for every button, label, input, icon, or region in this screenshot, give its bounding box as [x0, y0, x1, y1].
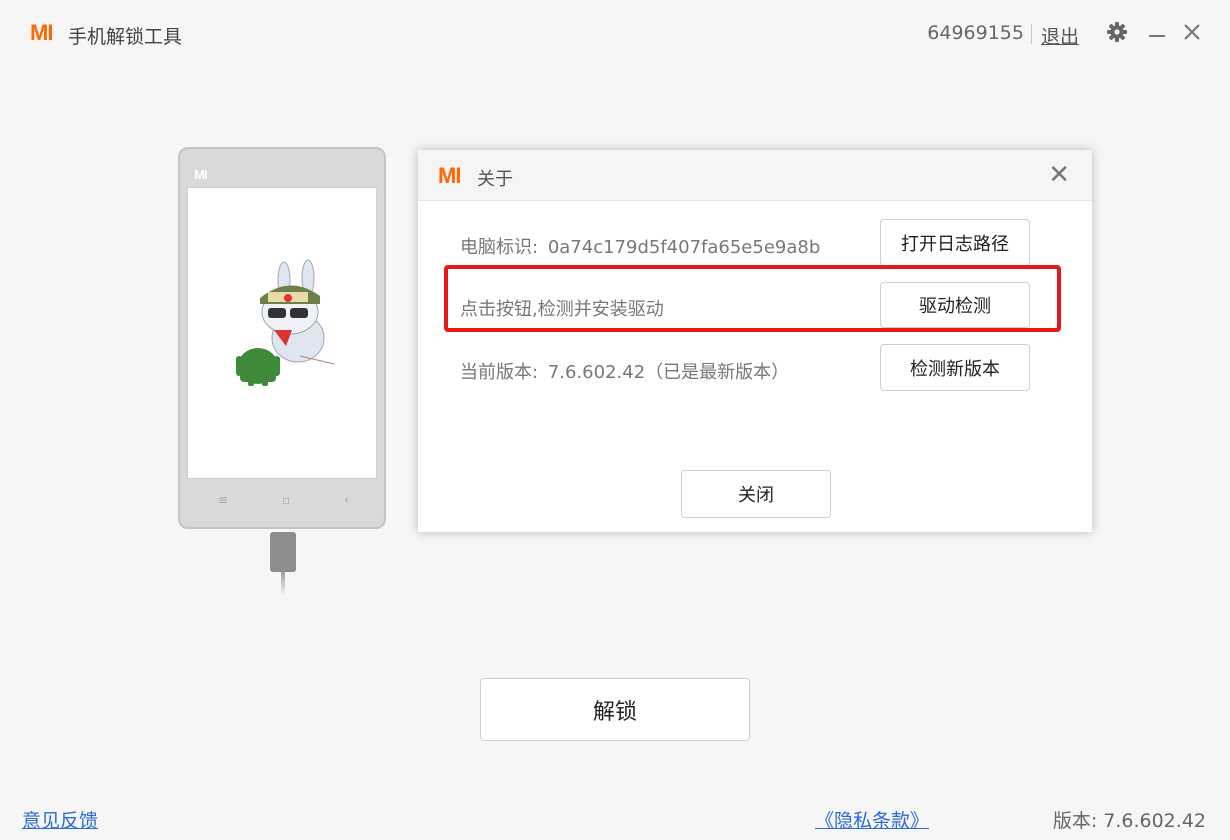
phone-illustration: MI ≡ ▫ ‹: [178, 147, 386, 529]
app-window: MI 手机解锁工具 64969155 退出 MI ≡ ▫ ‹ MI 关于 ✕ 电…: [0, 0, 1230, 840]
phone-screen: [187, 187, 377, 479]
feedback-link[interactable]: 意见反馈: [22, 806, 98, 833]
app-title: 手机解锁工具: [68, 26, 183, 48]
minimize-icon[interactable]: [1145, 20, 1169, 44]
pc-id-label: 电脑标识:: [460, 237, 539, 258]
close-icon[interactable]: [1180, 20, 1204, 44]
dialog-mi-logo: MI: [438, 163, 461, 188]
highlight-box: [444, 265, 1061, 332]
phone-back-icon: ‹: [344, 493, 349, 507]
pc-id-row: 电脑标识: 0a74c179d5f407fa65e5e9a8b: [460, 233, 820, 259]
privacy-link[interactable]: 《隐私条款》: [815, 806, 929, 833]
footer-version: 版本: 7.6.602.42: [1052, 810, 1206, 832]
unlock-button[interactable]: 解锁: [480, 678, 750, 741]
dialog-header: MI 关于 ✕: [418, 150, 1092, 201]
pc-id-value: 0a74c179d5f407fa65e5e9a8b: [547, 237, 821, 258]
dialog-title: 关于: [477, 169, 513, 190]
phone-home-icon: ▫: [282, 493, 291, 507]
version-row: 当前版本: 7.6.602.42（已是最新版本）: [460, 358, 789, 384]
phone-mi-logo: MI: [194, 167, 207, 182]
logout-link[interactable]: 退出: [1041, 22, 1079, 49]
version-label: 当前版本:: [460, 362, 539, 383]
mitu-mascot-image: [236, 259, 335, 386]
dialog-close-button[interactable]: 关闭: [681, 470, 831, 518]
version-value: 7.6.602.42（已是最新版本）: [547, 362, 790, 383]
about-dialog: MI 关于 ✕ 电脑标识: 0a74c179d5f407fa65e5e9a8b …: [418, 150, 1092, 532]
gear-icon[interactable]: [1105, 20, 1129, 44]
phone-menu-icon: ≡: [218, 493, 229, 507]
usb-plug: [270, 532, 296, 572]
phone-nav-bar: ≡ ▫ ‹: [180, 493, 384, 513]
check-update-button[interactable]: 检测新版本: [880, 344, 1030, 391]
user-id: 64969155: [927, 22, 1024, 44]
mi-logo: MI: [30, 20, 53, 45]
usb-cable: [281, 572, 285, 596]
open-log-path-button[interactable]: 打开日志路径: [880, 219, 1030, 266]
dialog-close-icon[interactable]: ✕: [1048, 162, 1070, 188]
title-separator: [1031, 24, 1032, 44]
